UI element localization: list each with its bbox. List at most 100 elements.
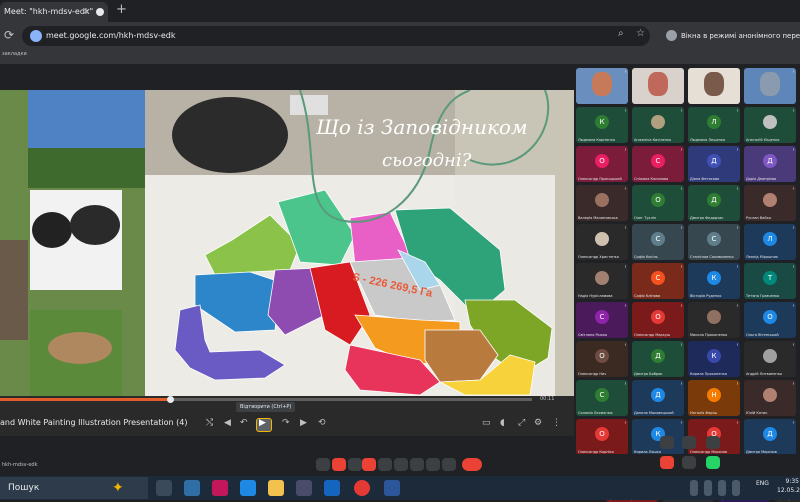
store-icon[interactable] bbox=[296, 480, 312, 496]
close-tab-icon[interactable]: ✕ bbox=[83, 2, 90, 22]
widgets-icon[interactable] bbox=[184, 480, 200, 496]
bison-photo bbox=[0, 240, 28, 340]
raise-hand-button[interactable] bbox=[426, 458, 440, 471]
battery-icon[interactable] bbox=[732, 480, 740, 496]
mic-toggle-icon[interactable] bbox=[316, 458, 330, 471]
participant-tile[interactable]: Л Леонід Мірошник ⁞ bbox=[744, 224, 796, 260]
clock[interactable]: 9:35 12.05.2024 bbox=[777, 477, 800, 495]
participant-tile[interactable]: Юлій Котик ⁞ bbox=[744, 380, 796, 416]
leave-call-button[interactable] bbox=[462, 458, 482, 471]
shuffle-icon[interactable]: ⤭ bbox=[206, 418, 213, 428]
participant-tile[interactable]: Т Тетяна Гравченко ⁞ bbox=[744, 263, 796, 299]
participant-tile[interactable]: С Соломія Лахманюк ⁞ bbox=[576, 380, 628, 416]
participant-tile[interactable]: Д Данило Маковецький ⁞ bbox=[632, 380, 684, 416]
participant-tile[interactable]: Анатолій Ющенко ⁞ bbox=[744, 107, 796, 143]
participant-tile[interactable]: О Олександр Маркуш ⁞ bbox=[632, 302, 684, 338]
participant-tile[interactable]: С Софія Кисіль ⁞ bbox=[632, 224, 684, 260]
participant-name: Анатолій Ющенко bbox=[746, 138, 780, 142]
participant-tile[interactable]: Андрій Литвиненко ⁞ bbox=[744, 341, 796, 377]
muted-mic-icon: ⁞ bbox=[736, 108, 738, 113]
progress-fill bbox=[0, 398, 171, 401]
task-view-icon[interactable] bbox=[156, 480, 172, 496]
participant-tile[interactable]: Д Дарія Дмитрієва ⁞ bbox=[744, 146, 796, 182]
participant-tile[interactable]: Валерія Малиновська ⁞ bbox=[576, 185, 628, 221]
tray-chevron-icon[interactable] bbox=[690, 480, 698, 496]
fullscreen-icon[interactable]: ⤢ bbox=[518, 418, 525, 428]
info-icon[interactable] bbox=[660, 436, 674, 449]
participant-tile[interactable]: С Світлана Рожко ⁞ bbox=[576, 302, 628, 338]
volume-tray-icon[interactable] bbox=[718, 480, 726, 496]
badger-shape bbox=[172, 97, 288, 173]
time-remaining: 00:11 bbox=[540, 396, 555, 402]
mic-off-button[interactable] bbox=[332, 458, 346, 471]
participant-tile[interactable]: Надія Нурісламова ⁞ bbox=[576, 263, 628, 299]
participant-tile[interactable]: Д Дмитро Бобрик ⁞ bbox=[632, 341, 684, 377]
network-icon[interactable] bbox=[704, 480, 712, 496]
participant-tile[interactable]: О Ольга Вітенський ⁞ bbox=[744, 302, 796, 338]
more-options-button[interactable] bbox=[442, 458, 456, 471]
copilot-icon[interactable] bbox=[212, 480, 228, 496]
next-icon[interactable]: ▶ bbox=[300, 418, 307, 428]
participant-tile[interactable]: К Кирило Ляшко ⁞ bbox=[632, 419, 684, 455]
previous-icon[interactable]: ◀ bbox=[224, 418, 231, 428]
participant-tile[interactable]: Анжеліка Кисіленко ⁞ bbox=[632, 107, 684, 143]
muted-mic-icon: ⁞ bbox=[792, 108, 794, 113]
incognito-label[interactable]: Вікна в режимі анонімного перегляду bbox=[681, 26, 800, 46]
participant-tile[interactable]: Л Людмила Лещенко ⁞ bbox=[688, 107, 740, 143]
participant-tile[interactable]: Олександр Христенко ⁞ bbox=[576, 224, 628, 260]
captions-icon[interactable]: ▭ bbox=[482, 418, 491, 428]
participant-tile[interactable]: С Сніжана Кононова ⁞ bbox=[632, 146, 684, 182]
participant-tile[interactable]: ⁞ bbox=[744, 68, 796, 104]
mail-icon[interactable] bbox=[324, 480, 340, 496]
new-tab-button[interactable]: + bbox=[116, 2, 127, 17]
forward-icon[interactable]: ↷ bbox=[282, 418, 290, 428]
settings-icon[interactable]: ⚙ bbox=[534, 418, 542, 428]
participant-tile[interactable]: К Вікторія Руденко ⁞ bbox=[688, 263, 740, 299]
bookmark-star-icon[interactable]: ☆ bbox=[636, 28, 645, 39]
participant-tile[interactable]: Д Діана Фетисова ⁞ bbox=[688, 146, 740, 182]
participant-tile[interactable]: ⁞ bbox=[688, 68, 740, 104]
chat-icon[interactable] bbox=[682, 456, 696, 469]
participant-tile[interactable]: С Софія Клінова ⁞ bbox=[632, 263, 684, 299]
participant-tile[interactable]: О Олександр Прокоцький ⁞ bbox=[576, 146, 628, 182]
bookmarks-label[interactable]: закладки bbox=[2, 51, 27, 57]
participant-tile[interactable]: Руслан Вайко ⁞ bbox=[744, 185, 796, 221]
chrome-icon[interactable] bbox=[354, 480, 370, 496]
side-icon-red[interactable] bbox=[660, 456, 674, 469]
participant-avatar: С bbox=[651, 271, 665, 285]
present-button[interactable] bbox=[410, 458, 424, 471]
camera-toggle-icon[interactable] bbox=[348, 458, 362, 471]
whatsapp-icon[interactable] bbox=[706, 456, 720, 469]
participant-tile[interactable]: С Станіслав Саливоненко ⁞ bbox=[688, 224, 740, 260]
site-info-icon[interactable] bbox=[30, 30, 42, 42]
participant-tile[interactable]: О Олександр Корніко ⁞ bbox=[576, 419, 628, 455]
participant-tile[interactable]: ⁞ bbox=[576, 68, 628, 104]
participant-tile[interactable]: ⁞ bbox=[632, 68, 684, 104]
rewind-icon[interactable]: ↶ bbox=[240, 418, 248, 428]
cow-shape bbox=[32, 212, 72, 248]
edge-icon[interactable] bbox=[240, 480, 256, 496]
participant-tile[interactable]: К Кирило Прокопенко ⁞ bbox=[688, 341, 740, 377]
participant-tile[interactable]: О Олег Тухлін ⁞ bbox=[632, 185, 684, 221]
participant-tile[interactable]: Д Дмитро Морозов ⁞ bbox=[744, 419, 796, 455]
activities-icon[interactable] bbox=[706, 436, 720, 449]
browser-tab[interactable]: Meet: "hkh-mdsv-edk" ✕ bbox=[0, 2, 108, 22]
volume-icon[interactable]: ◖ bbox=[500, 418, 505, 428]
repeat-icon[interactable]: ⟲ bbox=[318, 418, 326, 428]
file-explorer-icon[interactable] bbox=[268, 480, 284, 496]
zoom-icon[interactable]: ⌕ bbox=[618, 28, 624, 39]
more-icon[interactable]: ⋮ bbox=[552, 418, 561, 428]
participant-tile[interactable]: Д Дмитро Федорчак ⁞ bbox=[688, 185, 740, 221]
reload-icon[interactable]: ⟳ bbox=[4, 28, 14, 42]
participant-grid: ⁞ ⁞ ⁞ ⁞ К Людмила Корнієнко ⁞ Анжеліка Кисіленк… bbox=[576, 68, 800, 502]
emoji-button[interactable] bbox=[394, 458, 408, 471]
word-icon[interactable] bbox=[384, 480, 400, 496]
camera-off-button[interactable] bbox=[362, 458, 376, 471]
language-indicator[interactable]: ENG bbox=[756, 480, 769, 487]
participant-tile[interactable]: Н Наталія Фаріш ⁞ bbox=[688, 380, 740, 416]
captions-button[interactable] bbox=[378, 458, 392, 471]
people-icon[interactable] bbox=[682, 436, 696, 449]
participant-tile[interactable]: О Олександр Нич ⁞ bbox=[576, 341, 628, 377]
participant-tile[interactable]: К Людмила Корнієнко ⁞ bbox=[576, 107, 628, 143]
participant-tile[interactable]: Микола Прокопенко ⁞ bbox=[688, 302, 740, 338]
